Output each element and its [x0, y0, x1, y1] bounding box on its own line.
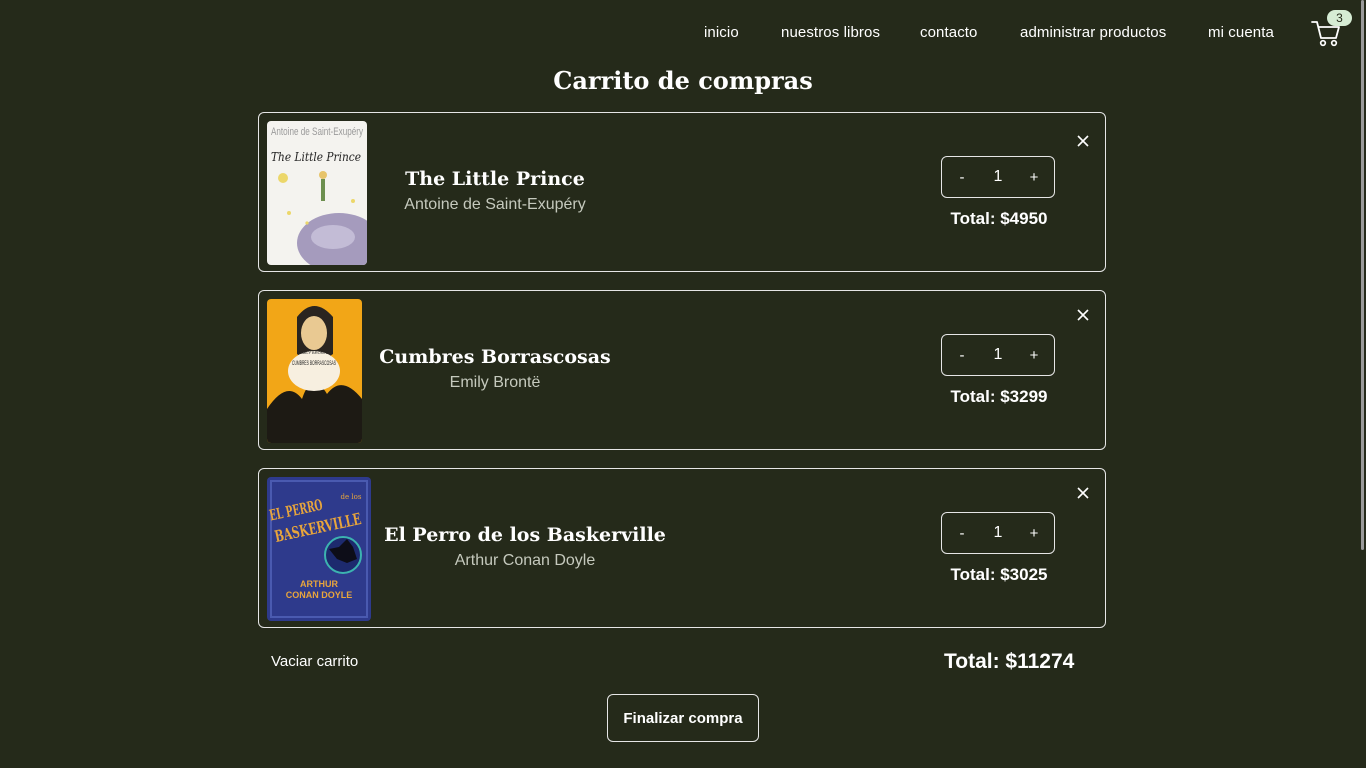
decrease-quantity-button[interactable]: - — [942, 157, 982, 197]
book-author: Emily Brontë — [449, 374, 541, 391]
close-icon — [1077, 487, 1089, 499]
cover-author-text: ARTHUR — [300, 579, 338, 589]
checkout-button[interactable]: Finalizar compra — [607, 694, 759, 742]
top-nav: inicio nuestros libros contacto administ… — [0, 0, 1366, 66]
page-title: Carrito de compras — [553, 66, 813, 95]
close-icon — [1077, 309, 1089, 321]
book-cover-image: Antoine de Saint-Exupéry The Little Prin… — [267, 121, 367, 265]
book-cover-image: EMILY BRONTË CUMBRES BORRASCOSAS — [267, 299, 362, 443]
cover-author-text: Antoine de Saint-Exupéry — [271, 126, 363, 138]
cart-item: EMILY BRONTË CUMBRES BORRASCOSAS Cumbres… — [258, 290, 1106, 450]
book-info: The Little Prince Antoine de Saint-Exupé… — [404, 113, 585, 271]
close-icon — [1077, 135, 1089, 147]
quantity-stepper: - 1 + — [941, 334, 1055, 376]
book-author: Arthur Conan Doyle — [454, 552, 596, 569]
nav-link-inicio[interactable]: inicio — [704, 24, 739, 41]
item-total: Total: $3299 — [950, 387, 1048, 406]
item-total: Total: $4950 — [950, 209, 1048, 228]
cover-title-text: CUMBRES BORRASCOSAS — [292, 361, 336, 367]
book-title: El Perro de los Baskerville — [384, 524, 666, 546]
book-info: El Perro de los Baskerville Arthur Conan… — [384, 469, 666, 627]
remove-item-button[interactable] — [1073, 131, 1093, 151]
cover-author-text: CONAN DOYLE — [286, 590, 353, 600]
increase-quantity-button[interactable]: + — [1014, 513, 1054, 553]
book-info: Cumbres Borrascosas Emily Brontë — [379, 291, 610, 449]
cart-count-badge: 3 — [1327, 10, 1352, 26]
quantity-stepper: - 1 + — [941, 512, 1055, 554]
cover-title-text: de los — [341, 493, 362, 501]
nav-link-contacto[interactable]: contacto — [920, 24, 978, 41]
cart-item: Antoine de Saint-Exupéry The Little Prin… — [258, 112, 1106, 272]
cart-item: EL PERRO de los BASKERVILLE ARTHUR CONAN… — [258, 468, 1106, 628]
quantity-stepper: - 1 + — [941, 156, 1055, 198]
empty-cart-button[interactable]: Vaciar carrito — [271, 653, 358, 670]
quantity-value: 1 — [993, 346, 1003, 363]
book-title: Cumbres Borrascosas — [379, 346, 611, 368]
decrease-quantity-button[interactable]: - — [942, 513, 982, 553]
nav-link-nuestros-libros[interactable]: nuestros libros — [781, 24, 880, 41]
quantity-value: 1 — [993, 524, 1003, 541]
remove-item-button[interactable] — [1073, 305, 1093, 325]
grand-total: Total: $11274 — [944, 650, 1075, 673]
increase-quantity-button[interactable]: + — [1014, 335, 1054, 375]
nav-link-administrar-productos[interactable]: administrar productos — [1020, 24, 1166, 41]
quantity-value: 1 — [993, 168, 1003, 185]
book-title: The Little Prince — [405, 168, 585, 190]
nav-link-mi-cuenta[interactable]: mi cuenta — [1208, 24, 1274, 41]
remove-item-button[interactable] — [1073, 483, 1093, 503]
book-cover-image: EL PERRO de los BASKERVILLE ARTHUR CONAN… — [267, 477, 371, 621]
decrease-quantity-button[interactable]: - — [942, 335, 982, 375]
book-author: Antoine de Saint-Exupéry — [404, 196, 586, 213]
increase-quantity-button[interactable]: + — [1014, 157, 1054, 197]
item-total: Total: $3025 — [950, 565, 1048, 584]
cover-title-text: The Little Prince — [271, 150, 361, 164]
cover-author-text: EMILY BRONTË — [299, 350, 329, 355]
